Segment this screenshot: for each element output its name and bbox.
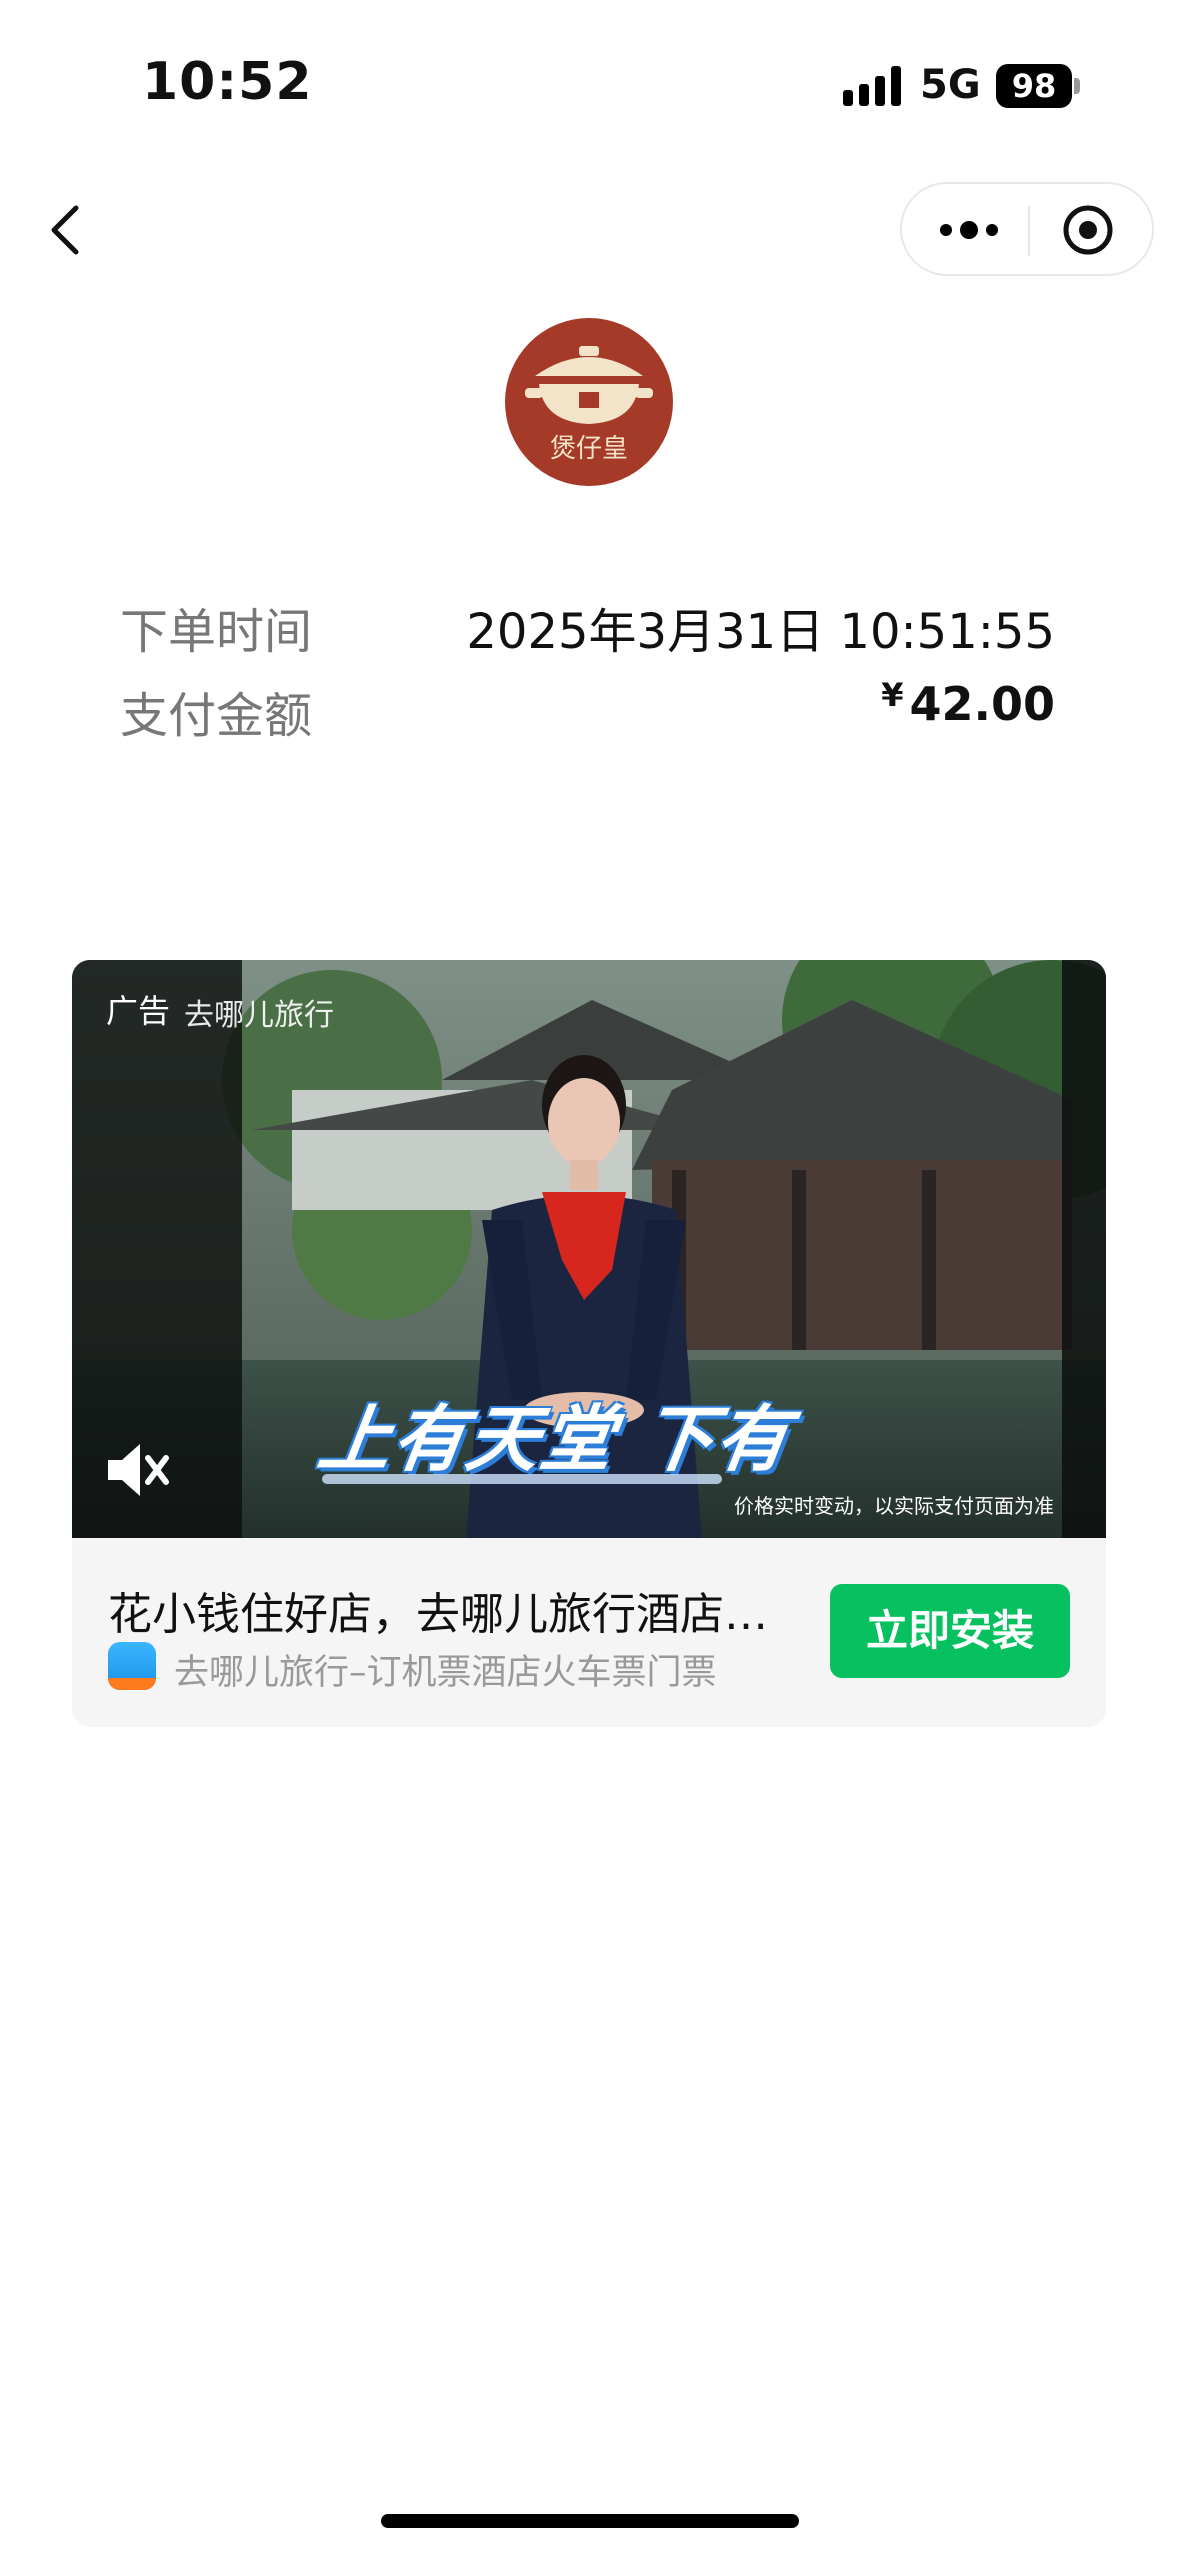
order-time-value: 2025年3月31日 10:51:55 bbox=[466, 604, 1055, 660]
battery-cap bbox=[1074, 78, 1080, 94]
speaker-muted-icon bbox=[108, 1444, 169, 1496]
install-button[interactable]: 立即安装 bbox=[830, 1584, 1070, 1678]
target-icon bbox=[1063, 205, 1113, 255]
price-disclaimer: 价格实时变动，以实际支付页面为准 bbox=[734, 1494, 1054, 1518]
mini-program-capsule bbox=[900, 182, 1154, 276]
merchant-logo-text: 煲仔皇 bbox=[549, 434, 628, 464]
ad-title[interactable]: 花小钱住好店，去哪儿旅行酒店… bbox=[108, 1578, 808, 1642]
more-options-button[interactable] bbox=[940, 208, 1010, 252]
qunar-app-icon bbox=[108, 1642, 156, 1690]
ad-brand-watermark: 去哪儿旅行 bbox=[184, 998, 334, 1033]
battery-icon: 98 bbox=[996, 64, 1072, 108]
status-time: 10:52 bbox=[142, 52, 313, 112]
mute-button[interactable] bbox=[104, 1440, 170, 1500]
merchant-logo: 煲仔皇 bbox=[505, 318, 673, 486]
close-mini-program-button[interactable] bbox=[1062, 204, 1114, 256]
ad-card[interactable]: 广告 去哪儿旅行 上有天堂 下有 价格实时变动，以实际支付页面为准 花小钱住好店… bbox=[72, 960, 1106, 1727]
ad-app-name: 去哪儿旅行–订机票酒店火车票门票 bbox=[174, 1653, 717, 1693]
currency-symbol: ¥ bbox=[881, 676, 904, 714]
home-indicator[interactable] bbox=[381, 2514, 799, 2528]
more-dots-icon bbox=[940, 224, 952, 236]
network-type: 5G bbox=[920, 62, 981, 108]
payment-amount-value: 42.00 bbox=[909, 677, 1055, 731]
payment-amount-label: 支付金额 bbox=[120, 688, 313, 744]
video-caption: 上有天堂 下有 bbox=[313, 1397, 797, 1481]
order-time-label: 下单时间 bbox=[120, 604, 313, 660]
cellular-signal-icon bbox=[843, 66, 905, 106]
back-button[interactable] bbox=[42, 200, 92, 260]
ad-video[interactable]: 广告 去哪儿旅行 上有天堂 下有 价格实时变动，以实际支付页面为准 bbox=[72, 960, 1106, 1538]
status-bar: 10:52 5G 98 bbox=[0, 0, 1179, 150]
payment-amount: ¥42.00 bbox=[881, 676, 1055, 731]
caption-underline bbox=[322, 1474, 722, 1484]
capsule-divider bbox=[1028, 206, 1030, 256]
chevron-left-icon bbox=[51, 205, 79, 255]
ad-label[interactable]: 广告 bbox=[106, 986, 170, 1032]
